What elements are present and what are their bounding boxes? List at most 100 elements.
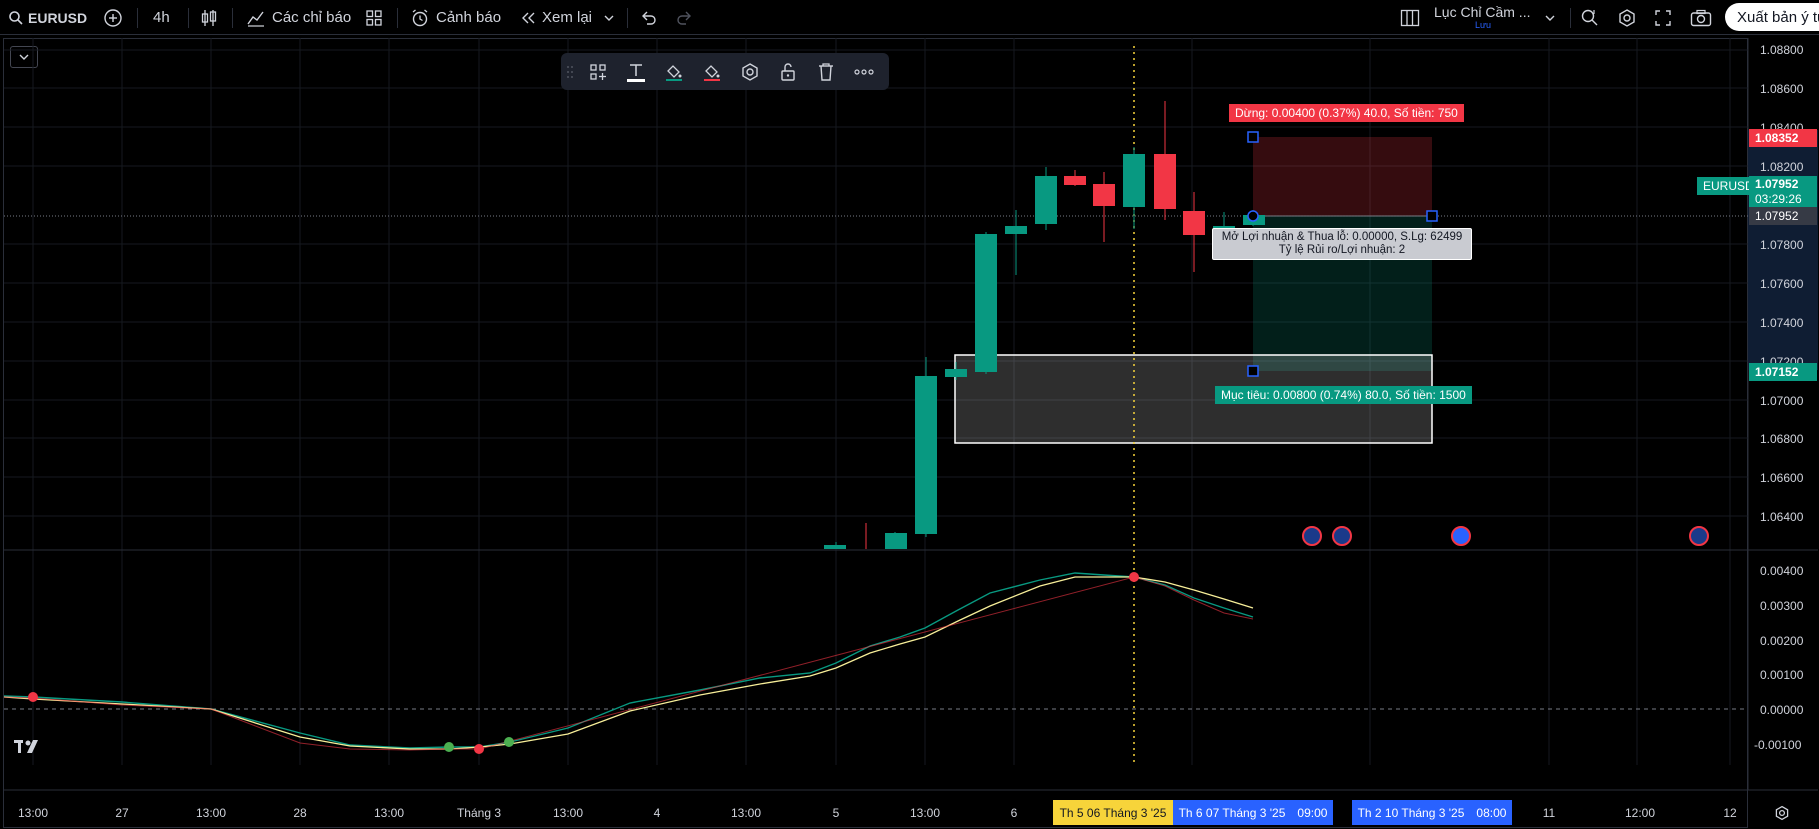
price-tick: 1.07000 xyxy=(1760,394,1804,408)
osc-tick: 0.00300 xyxy=(1760,599,1804,613)
layout-button[interactable] xyxy=(1400,0,1420,35)
separator xyxy=(232,8,233,28)
lock-button[interactable] xyxy=(769,53,807,90)
symbol-search-button[interactable]: EURUSD xyxy=(8,0,87,35)
toolbar-drag-handle[interactable] xyxy=(561,53,579,90)
target-label: Mục tiêu: 0.00800 (0.74%) 80.0, Số tiền:… xyxy=(1215,386,1472,404)
time-tick: 13:00 xyxy=(730,806,762,820)
us-flag-event-icon[interactable] xyxy=(1689,526,1709,546)
settings-button[interactable] xyxy=(1617,0,1637,35)
time-tick: 13:00 xyxy=(552,806,584,820)
indicators-button[interactable]: Các chỉ báo xyxy=(246,0,351,35)
time-tick: 13:00 xyxy=(909,806,941,820)
stop-color-button[interactable] xyxy=(693,53,731,90)
layout-icon xyxy=(1400,9,1420,26)
range-start-time-tag: Th 6 07 Tháng 3 '25 09:00 xyxy=(1173,800,1333,825)
plus-circle-icon xyxy=(104,8,122,27)
more-button[interactable] xyxy=(845,53,883,90)
eu-flag-event-icon[interactable] xyxy=(1451,526,1471,546)
range-start-date: Th 6 07 Tháng 3 '25 xyxy=(1178,805,1286,820)
text-style-button[interactable] xyxy=(617,53,655,90)
replay-button[interactable]: Xem lại xyxy=(520,0,592,35)
us-flag-event-icon[interactable] xyxy=(1332,526,1352,546)
crosshair-time-tag: Th 5 06 Tháng 3 '25 xyxy=(1053,800,1173,825)
chart-type-button[interactable] xyxy=(200,0,218,35)
fullscreen-button[interactable] xyxy=(1654,0,1672,35)
time-tick: 6 xyxy=(1010,806,1018,820)
templates-add-icon xyxy=(590,63,606,80)
time-tick: 13:00 xyxy=(17,806,49,820)
drawing-floating-toolbar[interactable] xyxy=(561,53,889,90)
add-symbol-button[interactable] xyxy=(103,0,123,35)
osc-tick: 0.00100 xyxy=(1760,668,1804,682)
price-tick: 1.07800 xyxy=(1760,238,1804,252)
range-end-time-tag: Th 2 10 Tháng 3 '25 08:00 xyxy=(1352,800,1512,825)
price-tick: 1.06600 xyxy=(1760,471,1804,485)
trash-icon xyxy=(819,62,833,81)
chart-pane[interactable] xyxy=(3,38,1748,828)
unlock-icon xyxy=(781,62,795,81)
publish-idea-button[interactable]: Xuất bản ý tư xyxy=(1725,3,1819,31)
collapse-legend-button[interactable] xyxy=(10,46,38,68)
top-toolbar: EURUSD 4h Các chỉ báo Cảnh báo Xem lại L… xyxy=(0,0,1819,35)
open-pnl-label: Mở Lợi nhuận & Thua lỗ: 0.00000, S.Lg: 6… xyxy=(1212,228,1472,260)
price-tick: 1.06800 xyxy=(1760,432,1804,446)
range-end-date: Th 2 10 Tháng 3 '25 xyxy=(1357,805,1465,820)
osc-tick: 0.00400 xyxy=(1760,564,1804,578)
interval-button[interactable]: 4h xyxy=(153,0,170,35)
snapshot-button[interactable] xyxy=(1690,0,1712,35)
more-dots-icon xyxy=(854,68,874,75)
search-icon xyxy=(9,10,23,25)
chevron-down-icon xyxy=(1545,15,1555,21)
settings-icon xyxy=(742,62,758,81)
us-flag-event-icon[interactable] xyxy=(1302,526,1322,546)
target-price-tag: 1.07152 xyxy=(1749,363,1817,381)
settings-icon xyxy=(1775,805,1789,821)
separator xyxy=(137,8,138,28)
redo-button[interactable] xyxy=(676,0,694,35)
fill-color-button[interactable] xyxy=(655,53,693,90)
drag-dots-icon xyxy=(567,65,573,78)
time-tick: Tháng 3 xyxy=(456,806,502,820)
separator xyxy=(1570,8,1571,28)
osc-tick: 0.00000 xyxy=(1760,703,1804,717)
zoom-icon xyxy=(1581,9,1598,25)
templates-button[interactable] xyxy=(579,53,617,90)
time-tick: 13:00 xyxy=(195,806,227,820)
replay-label: Xem lại xyxy=(542,9,593,26)
osc-tick: -0.00100 xyxy=(1754,738,1802,752)
bar-countdown: 03:29:26 xyxy=(1755,192,1802,206)
indicators-label: Các chỉ báo xyxy=(272,9,352,26)
quick-search-button[interactable] xyxy=(1580,0,1600,35)
separator xyxy=(627,8,628,28)
range-end-time: 08:00 xyxy=(1476,805,1507,820)
undo-button[interactable] xyxy=(639,0,657,35)
delete-button[interactable] xyxy=(807,53,845,90)
current-price: 1.07952 xyxy=(1755,177,1799,191)
camera-icon xyxy=(1690,9,1712,26)
range-start-time: 09:00 xyxy=(1297,805,1328,820)
price-tick: 1.08600 xyxy=(1760,82,1804,96)
separator xyxy=(397,8,398,28)
time-axis-settings-button[interactable] xyxy=(1774,805,1790,826)
templates-button[interactable] xyxy=(365,0,383,35)
risk-reward-line: Tỷ lệ Rủi ro/Lợi nhuận: 2 xyxy=(1278,244,1406,256)
time-tick: 28 xyxy=(293,806,307,820)
fullscreen-icon xyxy=(1655,9,1671,26)
layout-name[interactable]: Lục Chỉ Cầm ... xyxy=(1434,2,1530,22)
paint-bucket-icon xyxy=(704,64,720,81)
open-pnl-line: Mở Lợi nhuận & Thua lỗ: 0.00000, S.Lg: 6… xyxy=(1221,231,1463,243)
settings-button[interactable] xyxy=(731,53,769,90)
layout-dropdown[interactable] xyxy=(1544,0,1556,35)
alarm-icon xyxy=(412,8,428,26)
stop-label: Dừng: 0.00400 (0.37%) 40.0, Số tiền: 750 xyxy=(1229,104,1464,122)
settings-icon xyxy=(1619,8,1635,27)
symbol-label: EURUSD xyxy=(28,9,88,26)
stop-price-tag: 1.08352 xyxy=(1749,129,1817,147)
alerts-button[interactable]: Cảnh báo xyxy=(410,0,501,35)
chevron-down-icon xyxy=(604,15,614,21)
time-tick: 12:00 xyxy=(1624,806,1656,820)
time-tick: 4 xyxy=(653,806,661,820)
replay-dropdown[interactable] xyxy=(603,0,615,35)
redo-icon xyxy=(677,11,691,25)
